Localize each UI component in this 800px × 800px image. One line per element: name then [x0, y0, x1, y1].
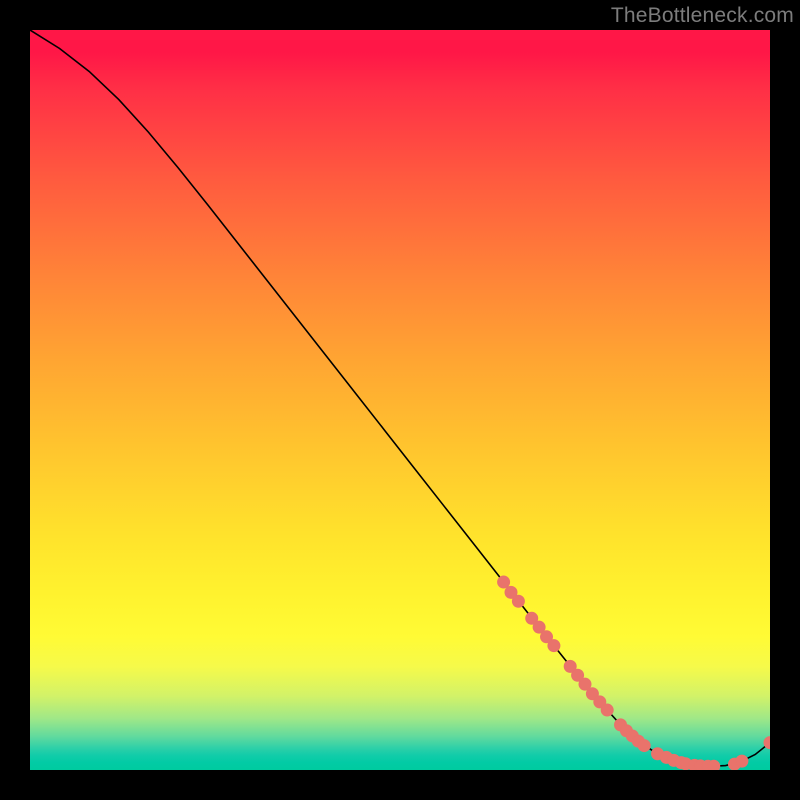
- curve-marker: [601, 704, 613, 716]
- chart-stage: TheBottleneck.com: [0, 0, 800, 800]
- plot-area: [30, 30, 770, 770]
- curve-markers: [498, 576, 770, 770]
- curve-marker: [548, 640, 560, 652]
- curve-marker: [498, 576, 510, 588]
- curve-layer: [30, 30, 770, 770]
- bottleneck-curve: [30, 30, 770, 766]
- watermark-text: TheBottleneck.com: [611, 4, 794, 28]
- curve-marker: [512, 595, 524, 607]
- curve-marker: [638, 740, 650, 752]
- curve-marker: [708, 760, 720, 770]
- curve-marker: [736, 755, 748, 767]
